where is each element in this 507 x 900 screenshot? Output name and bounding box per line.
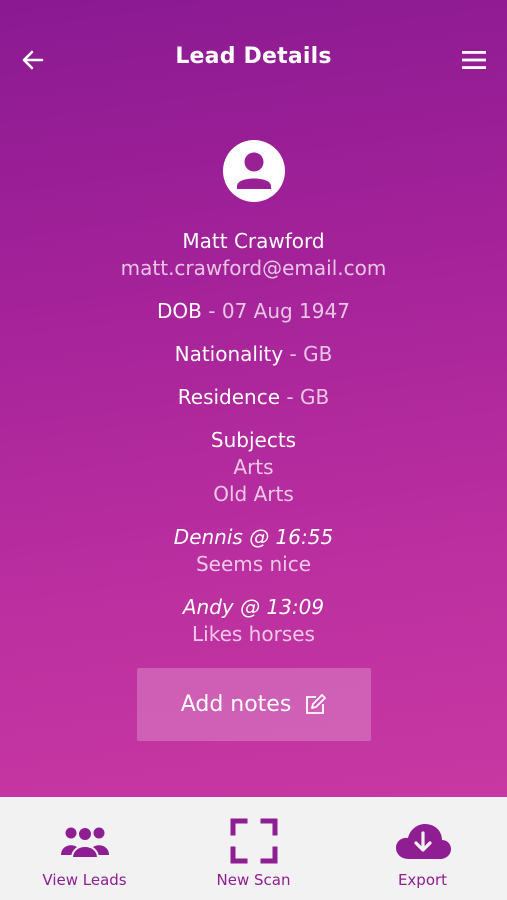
nav-label: New Scan: [216, 871, 291, 889]
avatar-icon: [223, 140, 285, 202]
top-bar: Lead Details: [0, 0, 507, 120]
nav-new-scan[interactable]: New Scan: [169, 797, 338, 900]
dob-value: 07 Aug 1947: [221, 299, 350, 323]
lead-info: Matt Crawford matt.crawford@email.com DO…: [0, 228, 507, 648]
lead-name: Matt Crawford: [182, 229, 325, 253]
subjects-heading: Subjects: [210, 428, 297, 452]
lead-details-screen: Lead Details Matt Crawford matt.crawford…: [0, 0, 507, 797]
people-group-icon: [60, 826, 109, 859]
hamburger-menu-icon: [462, 51, 486, 69]
residence-label: Residence: [177, 385, 281, 409]
nav-label: View Leads: [42, 871, 127, 889]
residence-value: GB: [299, 385, 330, 409]
nav-label: Export: [397, 871, 448, 889]
scan-frame-icon: [230, 818, 277, 864]
cloud-download-icon: [395, 824, 451, 859]
nationality-value: GB: [303, 342, 333, 366]
dob-row: DOB - 07 Aug 1947: [157, 299, 350, 323]
residence-row: Residence - GB: [177, 385, 330, 409]
edit-icon: [306, 693, 327, 714]
note-text: Likes horses: [192, 622, 315, 646]
page-title: Lead Details: [175, 44, 332, 69]
bottom-nav: View Leads New Scan Export: [0, 797, 507, 900]
note-author: Andy @ 13:09: [182, 595, 325, 619]
nav-export[interactable]: Export: [338, 797, 507, 900]
nav-view-leads[interactable]: View Leads: [0, 797, 169, 900]
note-author: Dennis @ 16:55: [173, 525, 334, 549]
dob-label: DOB: [157, 299, 202, 323]
add-notes-label: Add notes: [180, 692, 292, 717]
menu-button[interactable]: [455, 42, 493, 78]
add-notes-button[interactable]: Add notes: [137, 668, 371, 741]
note-text: Seems nice: [195, 552, 312, 576]
subject-item: Arts: [233, 455, 274, 479]
subject-item: Old Arts: [213, 482, 294, 506]
nationality-label: Nationality: [174, 342, 284, 366]
nationality-row: Nationality - GB: [174, 342, 333, 366]
lead-email: matt.crawford@email.com: [120, 256, 387, 280]
